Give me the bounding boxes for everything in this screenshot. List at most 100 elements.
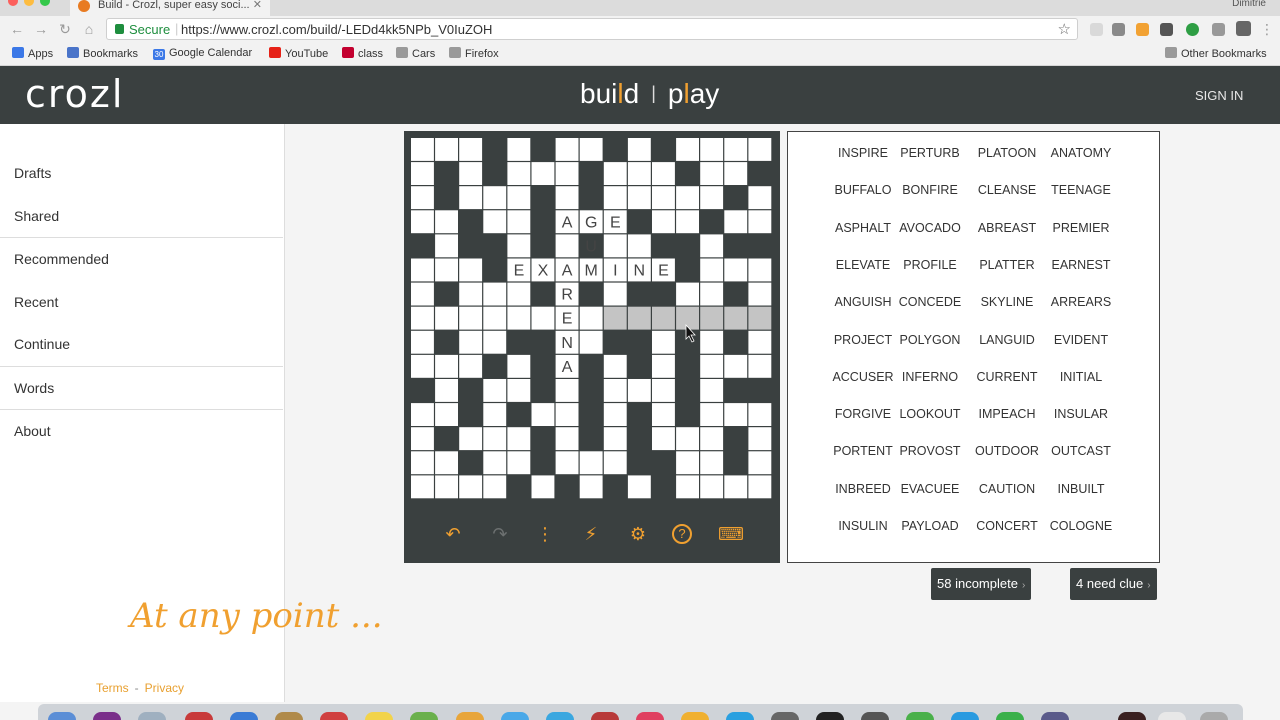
tab-close-icon[interactable]: ✕ (253, 0, 262, 11)
grid-cell[interactable] (724, 306, 748, 330)
grid-cell[interactable] (531, 162, 555, 185)
grid-cell[interactable] (627, 475, 651, 499)
grid-block-cell[interactable] (579, 379, 603, 402)
grid-cell[interactable] (435, 306, 458, 330)
grid-cell[interactable] (555, 451, 579, 475)
word-item[interactable]: INITIAL (1060, 370, 1102, 384)
gear-icon[interactable]: ⚙ (626, 521, 650, 547)
grid-cell[interactable] (459, 306, 483, 330)
grid-cell[interactable] (411, 258, 434, 282)
word-item[interactable]: BUFFALO (835, 183, 892, 197)
word-item[interactable]: INSULAR (1054, 407, 1108, 421)
word-item[interactable]: OUTDOOR (975, 444, 1039, 458)
grid-block-cell[interactable] (652, 282, 675, 306)
word-item[interactable]: OUTCAST (1051, 444, 1111, 458)
bookmark-apps[interactable]: Apps (12, 47, 53, 60)
grid-cell[interactable] (507, 162, 531, 185)
grid-cell[interactable] (652, 354, 675, 378)
grid-cell[interactable] (531, 306, 555, 330)
grid-cell[interactable] (676, 427, 699, 451)
grid-block-cell[interactable] (531, 354, 555, 378)
grid-cell[interactable] (652, 306, 675, 330)
grid-cell[interactable] (555, 138, 579, 161)
grid-block-cell[interactable] (676, 162, 699, 185)
grid-block-cell[interactable] (724, 186, 748, 210)
grid-cell[interactable] (555, 403, 579, 426)
grid-cell[interactable] (603, 186, 627, 210)
grid-cell[interactable] (459, 162, 483, 185)
word-item[interactable]: EVIDENT (1054, 333, 1108, 347)
grid-cell[interactable] (507, 306, 531, 330)
word-item[interactable]: LOOKOUT (899, 407, 960, 421)
grid-block-cell[interactable] (459, 234, 483, 258)
grid-block-cell[interactable] (652, 451, 675, 475)
bookmark-other[interactable]: Other Bookmarks (1165, 47, 1267, 60)
grid-block-cell[interactable] (507, 475, 531, 499)
grid-cell[interactable] (507, 234, 531, 258)
app-icon[interactable] (138, 712, 166, 720)
grid-cell[interactable] (435, 234, 458, 258)
grid-block-cell[interactable] (483, 258, 507, 282)
app-icon[interactable] (861, 712, 889, 720)
grid-block-cell[interactable] (435, 186, 458, 210)
grid-cell[interactable] (627, 306, 651, 330)
grid-cell[interactable] (411, 210, 434, 234)
grid-cell[interactable] (700, 138, 724, 161)
word-item[interactable]: CONCERT (976, 519, 1038, 533)
grid-cell[interactable] (603, 282, 627, 306)
grid-cell[interactable] (700, 427, 724, 451)
grid-cell[interactable] (652, 427, 675, 451)
grid-cell[interactable] (724, 475, 748, 499)
grid-cell[interactable] (507, 138, 531, 161)
grid-cell[interactable] (724, 354, 748, 378)
grid-cell[interactable] (411, 451, 434, 475)
terms-link[interactable]: Terms (96, 681, 129, 695)
grid-cell[interactable] (579, 475, 603, 499)
grid-cell[interactable] (748, 282, 772, 306)
word-item[interactable]: CONCEDE (899, 295, 962, 309)
word-item[interactable]: ASPHALT (835, 221, 891, 235)
sidebar-item-recent[interactable]: Recent (14, 294, 58, 310)
word-item[interactable]: INSULIN (838, 519, 887, 533)
grid-cell[interactable] (676, 451, 699, 475)
close-window-icon[interactable] (8, 0, 18, 6)
grid-cell[interactable] (724, 138, 748, 161)
bookmark-google-calendar[interactable]: 30 Google Calendar (153, 47, 252, 60)
bookmark-cars[interactable]: Cars (396, 47, 435, 60)
grid-block-cell[interactable] (676, 234, 699, 258)
word-item[interactable]: ANGUISH (835, 295, 892, 309)
grid-block-cell[interactable] (700, 210, 724, 234)
grid-cell[interactable] (459, 354, 483, 378)
reload-icon[interactable]: ↻ (56, 20, 74, 38)
word-item[interactable]: SKYLINE (981, 295, 1034, 309)
grid-cell[interactable] (507, 354, 531, 378)
grid-cell[interactable] (652, 186, 675, 210)
word-item[interactable]: ELEVATE (836, 258, 890, 272)
grid-block-cell[interactable] (627, 210, 651, 234)
grid-cell[interactable] (531, 475, 555, 499)
app-icon[interactable] (93, 712, 121, 720)
grid-cell[interactable] (411, 162, 434, 185)
grid-cell[interactable] (411, 403, 434, 426)
grid-block-cell[interactable] (724, 379, 748, 402)
word-item[interactable]: POLYGON (900, 333, 961, 347)
grid-block-cell[interactable] (531, 234, 555, 258)
grid-cell[interactable] (483, 186, 507, 210)
bookmark-youtube[interactable]: YouTube (269, 47, 328, 60)
app-icon[interactable] (230, 712, 258, 720)
grid-cell[interactable] (435, 451, 458, 475)
grid-block-cell[interactable] (483, 162, 507, 185)
crozl-logo[interactable]: crozl (25, 72, 124, 116)
grid-cell[interactable] (507, 427, 531, 451)
grid-cell[interactable] (724, 210, 748, 234)
grid-cell[interactable] (579, 330, 603, 354)
grid-cell[interactable] (411, 282, 434, 306)
word-item[interactable]: EARNEST (1051, 258, 1110, 272)
grid-cell[interactable] (700, 282, 724, 306)
word-item[interactable]: EVACUEE (901, 482, 960, 496)
grid-block-cell[interactable] (531, 138, 555, 161)
word-item[interactable]: PAYLOAD (901, 519, 958, 533)
grid-cell[interactable] (603, 403, 627, 426)
word-item[interactable]: FORGIVE (835, 407, 891, 421)
grid-block-cell[interactable] (627, 427, 651, 451)
